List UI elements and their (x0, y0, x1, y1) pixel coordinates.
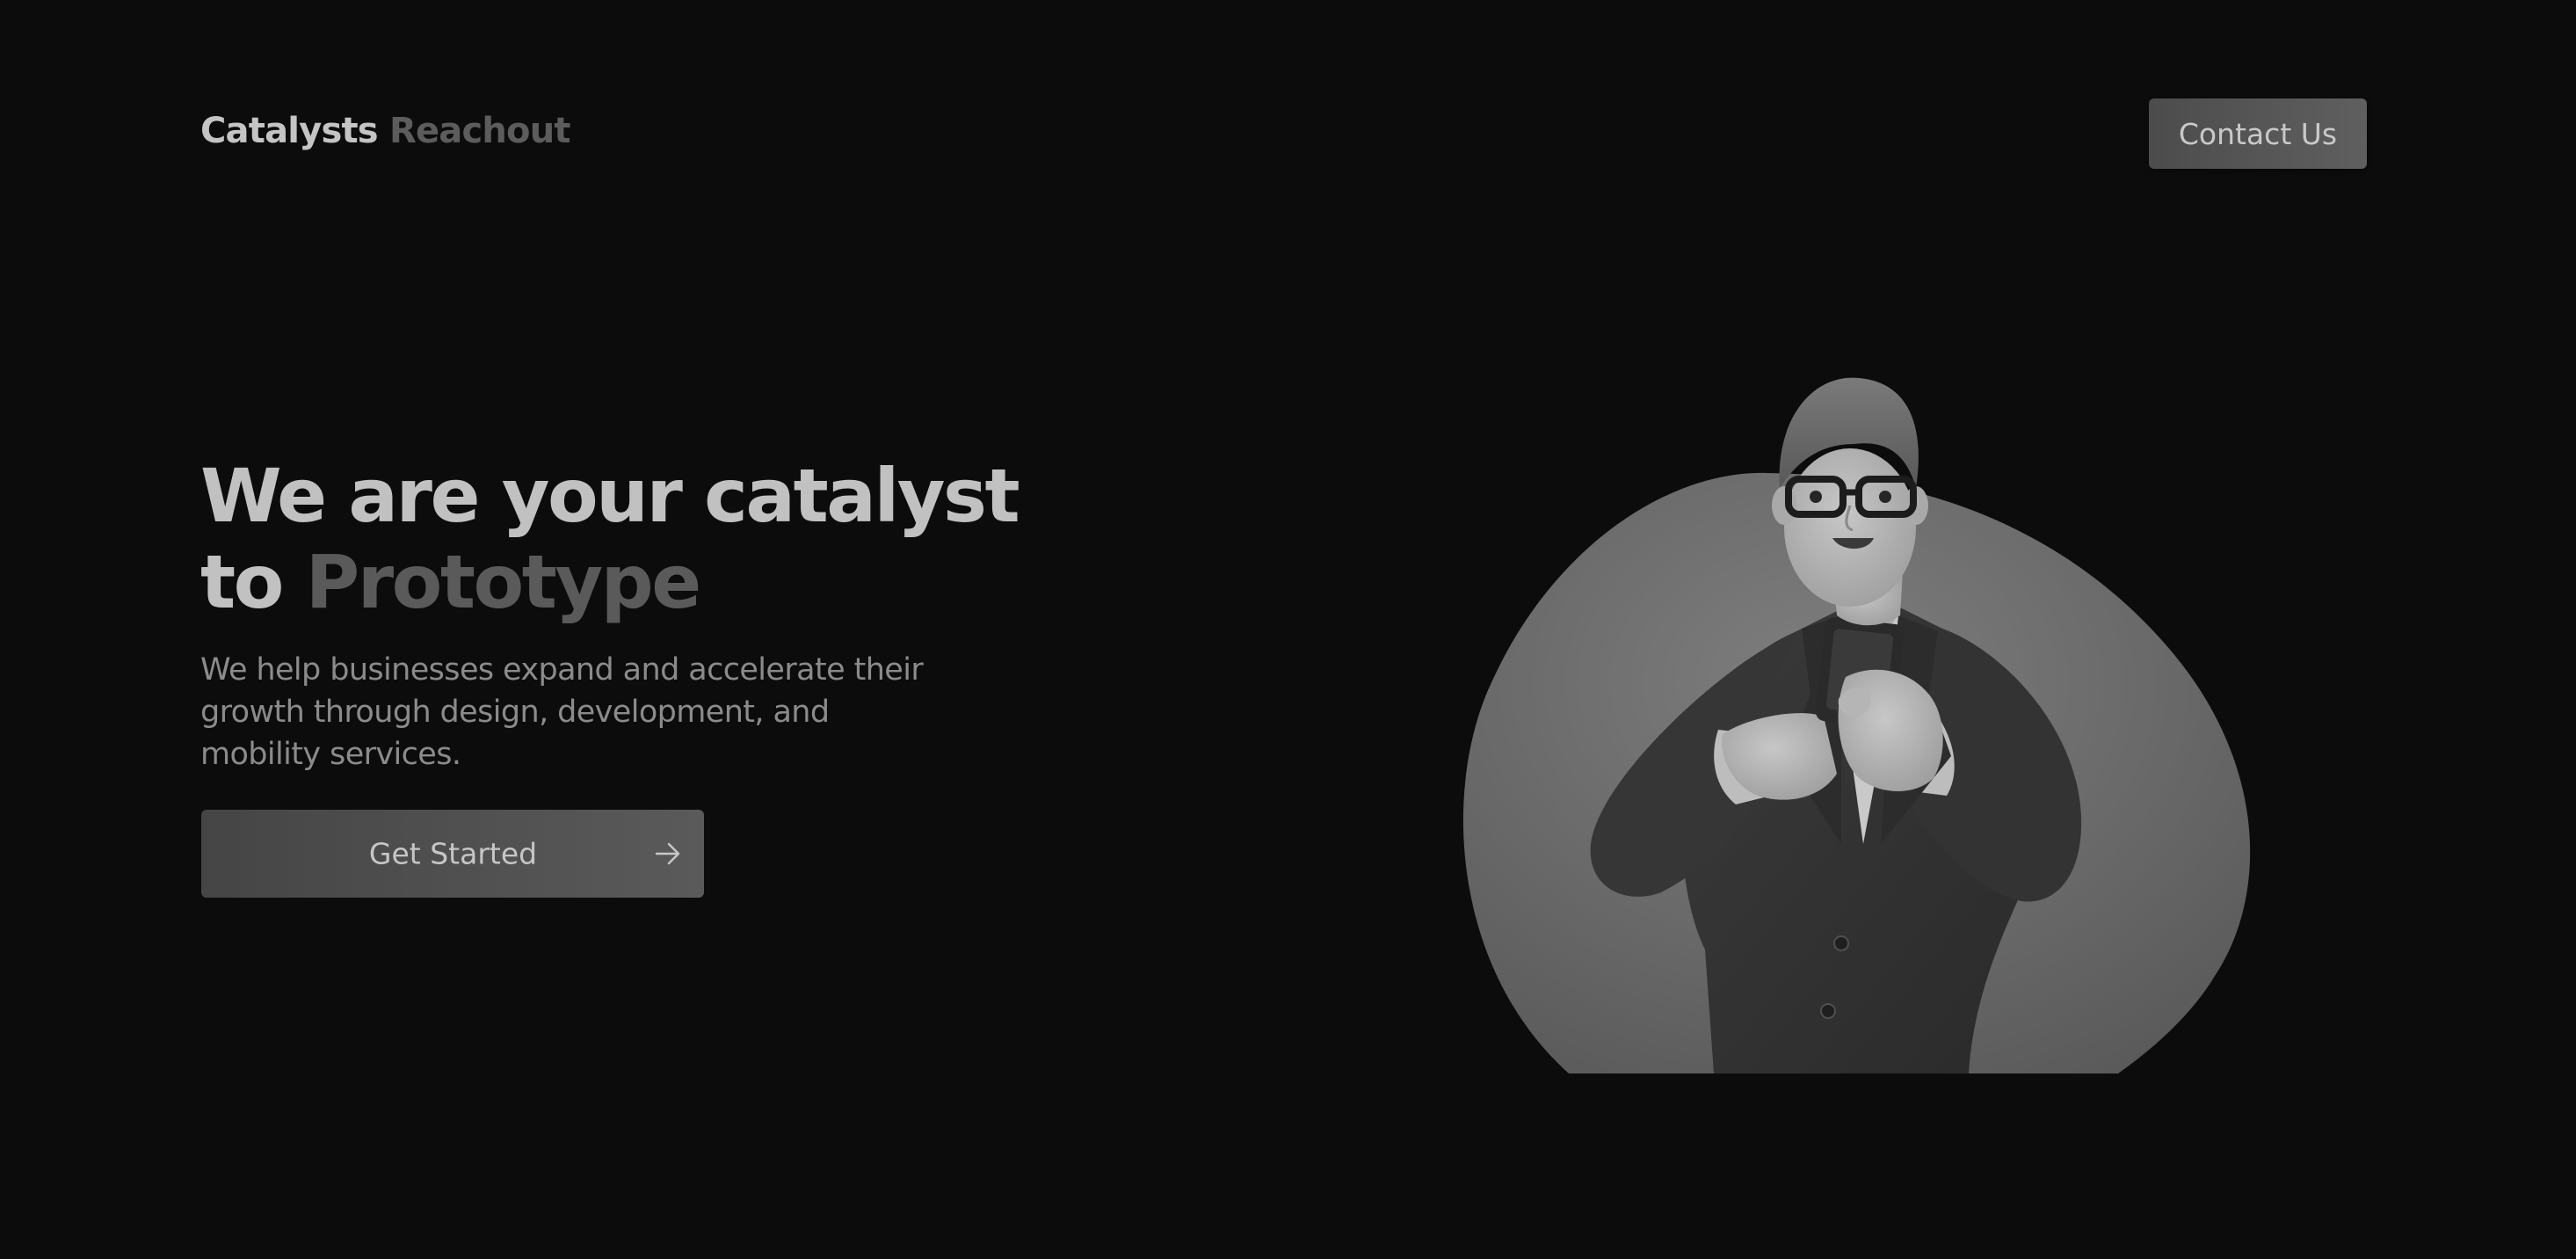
hero-headline: We are your catalyst to Prototype (200, 453, 1020, 625)
businessman-phone-illustration (1462, 377, 2251, 1073)
logo-primary: Catalysts (200, 111, 379, 151)
arrow-right-icon (655, 842, 680, 865)
ear (1772, 486, 1796, 525)
contact-us-label: Contact Us (2178, 116, 2338, 151)
headline-line1: We are your catalyst (200, 453, 1020, 539)
jacket-button (1820, 1003, 1836, 1019)
get-started-label: Get Started (368, 836, 538, 871)
contact-us-button[interactable]: Contact Us (2149, 98, 2367, 169)
headline-to: to (200, 539, 284, 625)
get-started-button[interactable]: Get Started (201, 810, 704, 898)
logo-secondary: Reachout (388, 111, 571, 151)
headline-accent: Prototype (305, 539, 702, 625)
jacket-button (1833, 935, 1849, 951)
logo[interactable]: Catalysts Reachout (200, 111, 571, 151)
hero-subtitle: We help businesses expand and accelerate… (200, 652, 924, 772)
